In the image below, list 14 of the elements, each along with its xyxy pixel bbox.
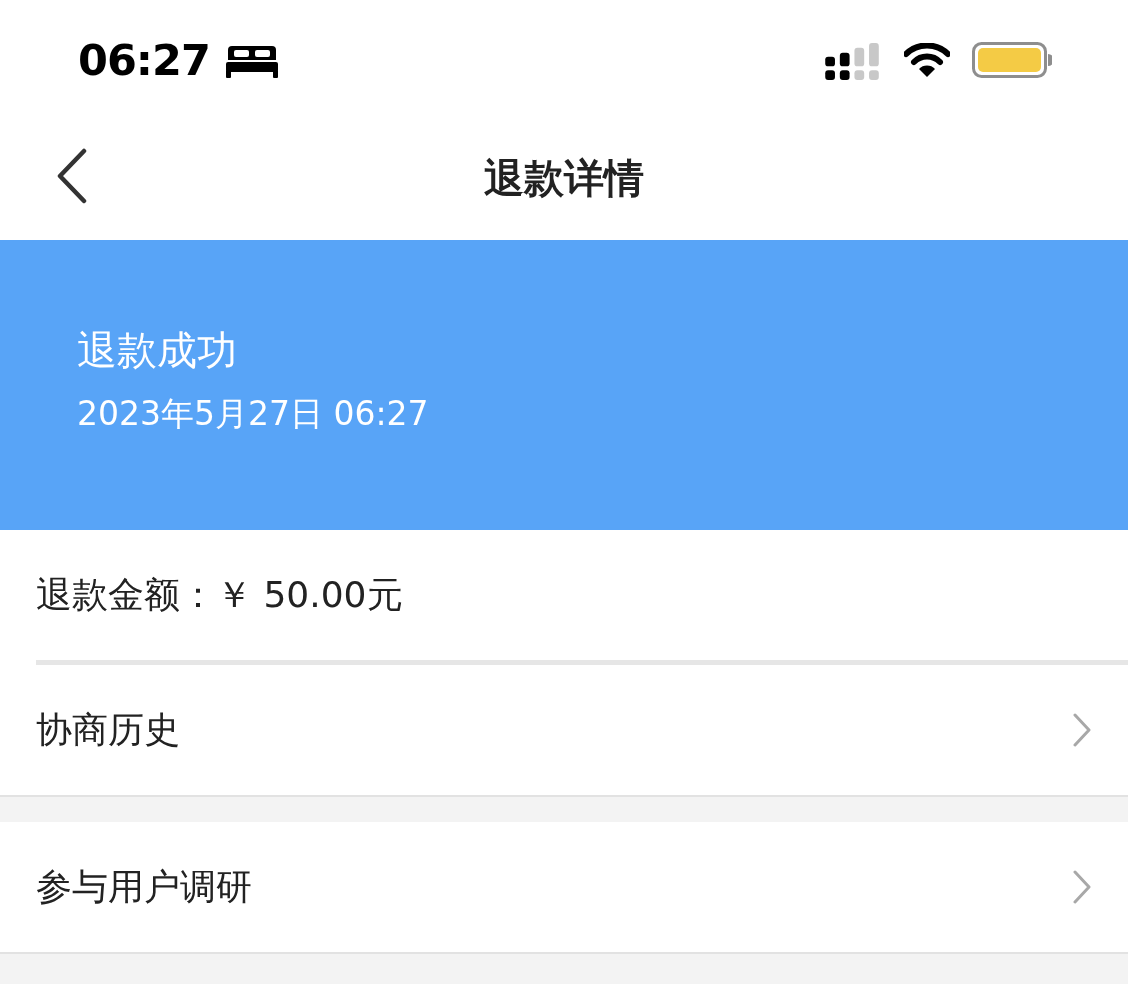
chevron-right-icon (1072, 870, 1092, 904)
status-time: 06:27 (78, 35, 210, 85)
refund-amount: 退款金额：￥ 50.00元 (36, 572, 403, 617)
battery-icon (972, 42, 1052, 78)
refund-status: 退款成功 (77, 326, 237, 375)
bed-icon (225, 44, 278, 78)
refund-time: 2023年5月27日 06:27 (77, 394, 429, 434)
menu-item[interactable]: 协商历史 (0, 665, 1128, 797)
signal-icon (825, 42, 880, 80)
wifi-icon (904, 43, 950, 77)
chevron-right-icon (1072, 713, 1092, 747)
page-title: 退款详情 (484, 153, 644, 203)
menu-item[interactable]: 参与用户调研 (0, 822, 1128, 954)
chevron-left-icon (56, 148, 88, 204)
